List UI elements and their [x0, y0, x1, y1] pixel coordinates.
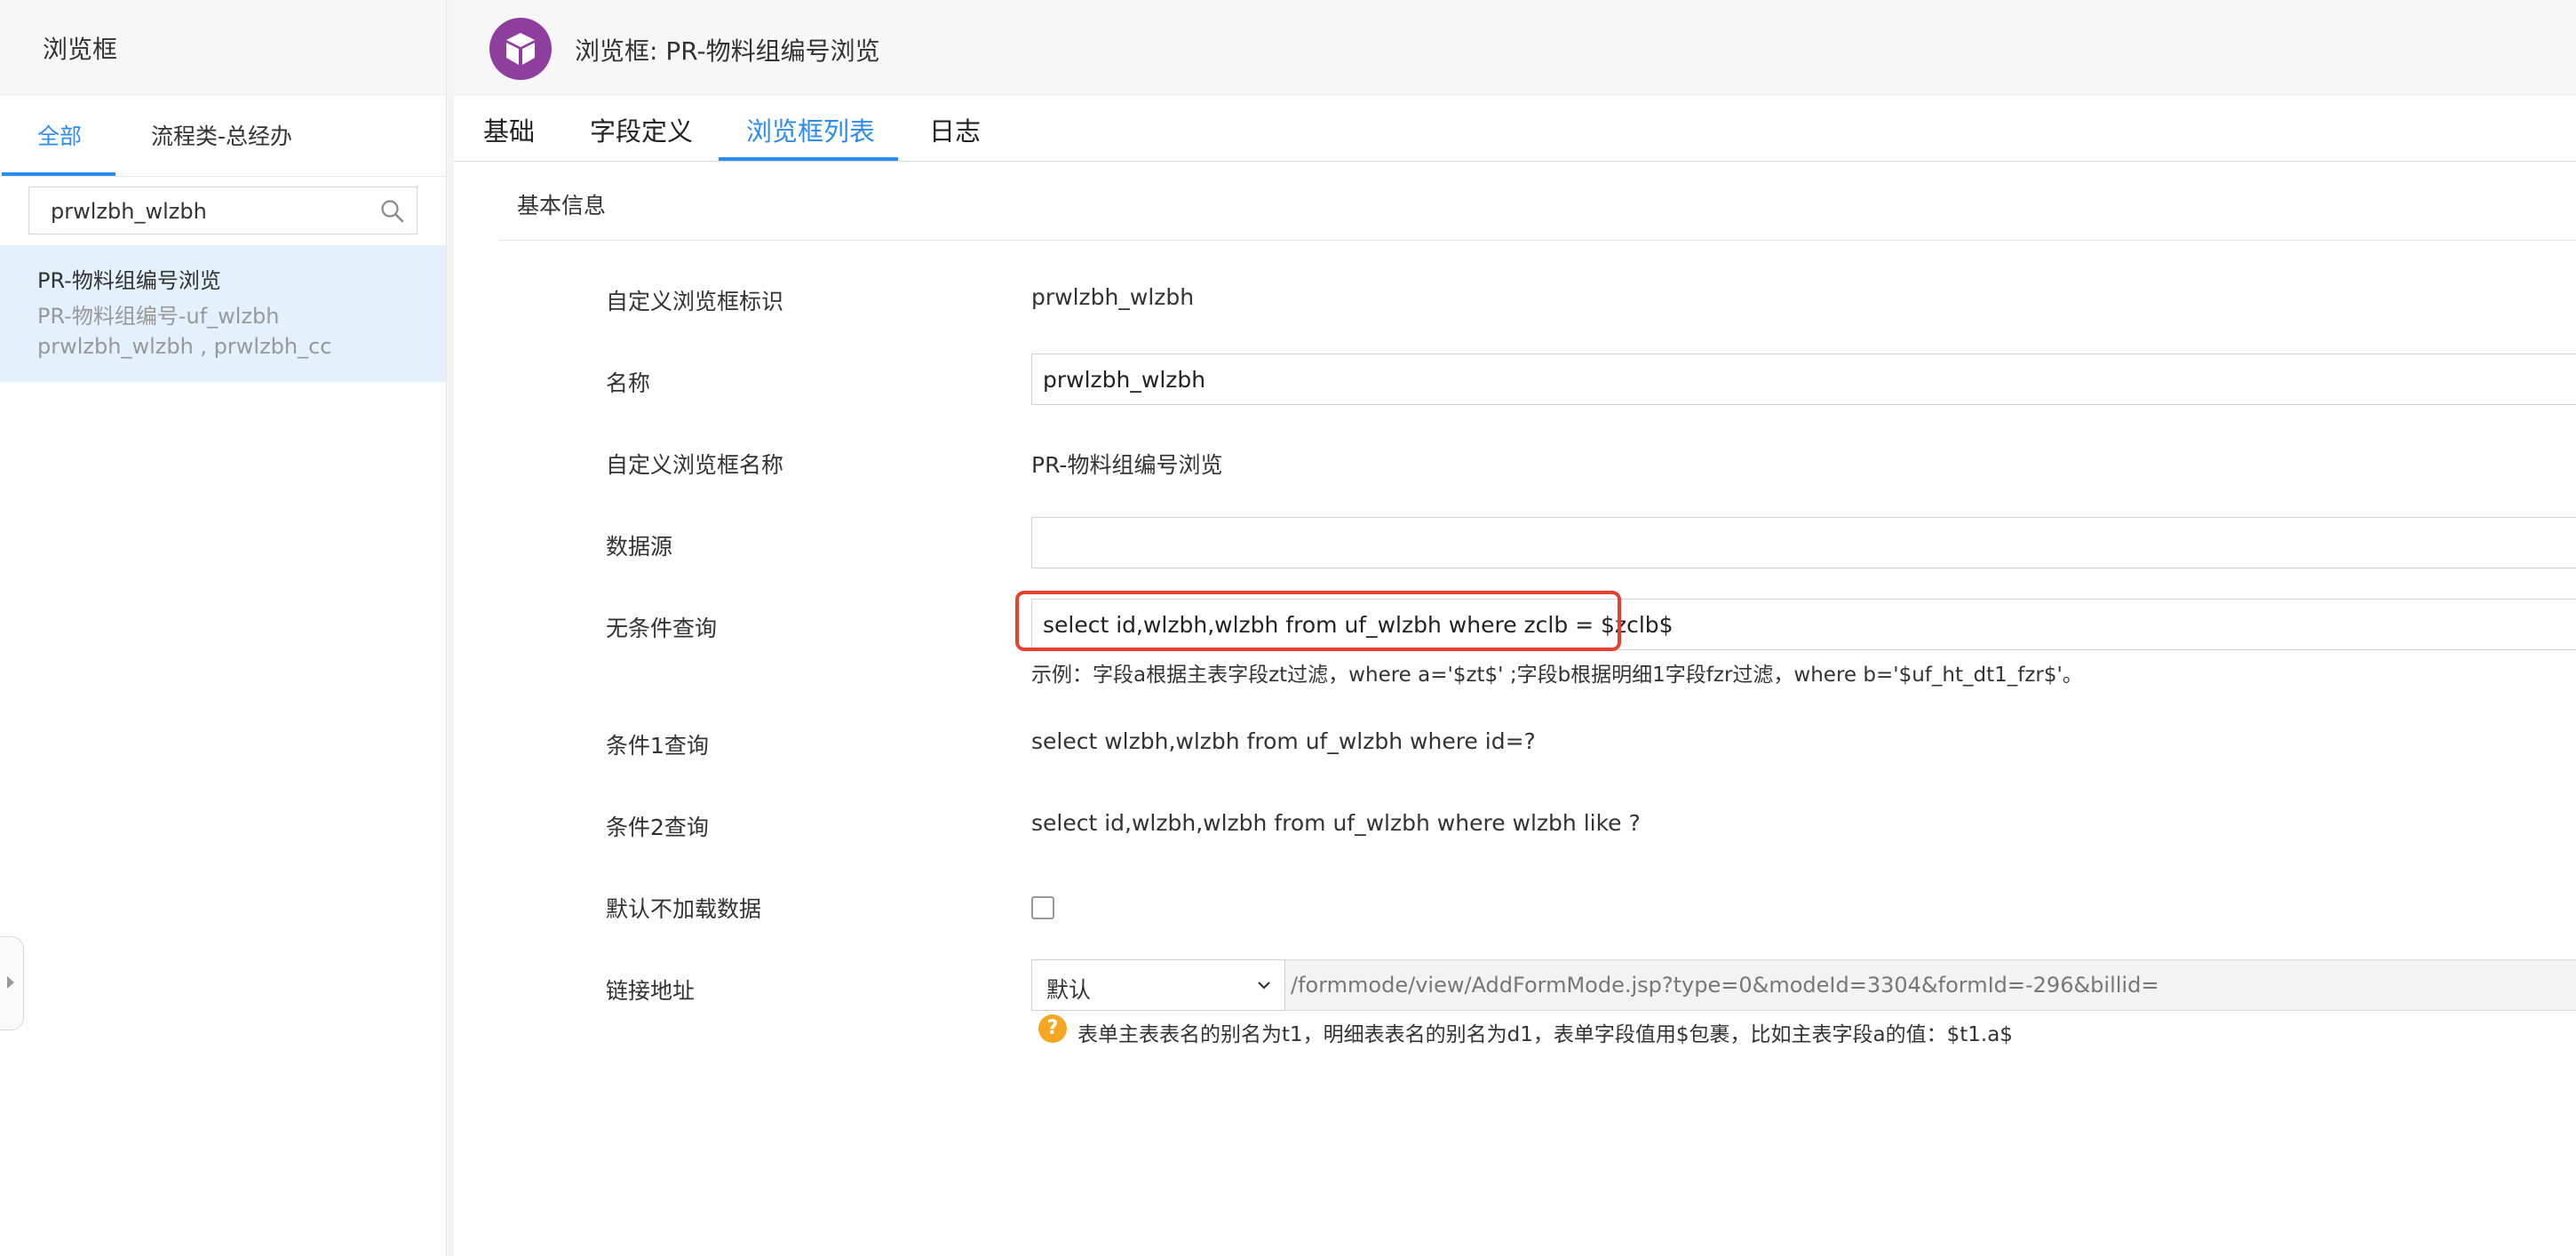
datasource-input[interactable]: [1031, 517, 2576, 568]
unconditional-query-hint: 示例：字段a根据主表字段zt过滤，where a='$zt$' ;字段b根据明细…: [1031, 664, 2083, 687]
condition1-query-value: select wlzbh,wlzbh from uf_wlzbh where i…: [1031, 728, 1536, 754]
sidebar-header: 浏览框: [0, 0, 446, 95]
identifier-label: 自定义浏览框标识: [606, 289, 784, 314]
unconditional-query-label: 无条件查询: [606, 616, 718, 641]
display-name-label: 自定义浏览框名称: [606, 452, 784, 478]
main-tabs: 基础 字段定义 浏览框列表 日志: [454, 95, 2576, 162]
page-header: 浏览框: PR-物料组编号浏览: [454, 0, 2576, 95]
section-title: 基本信息: [517, 193, 607, 219]
sidebar-search: [28, 187, 417, 235]
sidebar-divider[interactable]: [446, 0, 454, 1256]
sidebar-title: 浏览框: [43, 35, 118, 64]
search-icon[interactable]: [379, 198, 406, 225]
name-input[interactable]: [1031, 354, 2576, 405]
list-item-fields: prwlzbh_wlzbh , prwlzbh_cc: [37, 334, 332, 359]
list-item-name: PR-物料组编号浏览: [37, 268, 221, 293]
highlight-annotation: [1015, 591, 1621, 651]
condition2-query-label: 条件2查询: [606, 815, 709, 840]
sidebar-tab-workflow[interactable]: 流程类-总经办: [151, 119, 292, 151]
name-label: 名称: [606, 370, 651, 396]
chevron-down-icon: [1258, 982, 1270, 990]
link-url-value: /formmode/view/AddFormMode.jsp?type=0&mo…: [1291, 973, 2159, 998]
link-help-text: 表单主表表名的别名为t1，明细表表名的别名为d1，表单字段值用$包裹，比如主表字…: [1077, 1023, 2013, 1046]
tab-browser-list[interactable]: 浏览框列表: [746, 111, 875, 148]
active-tab-indicator: [2, 172, 115, 176]
section-divider: [499, 240, 2576, 241]
link-label: 链接地址: [606, 978, 696, 1004]
link-type-select[interactable]: 默认: [1031, 959, 1285, 1011]
active-tab-indicator: [719, 157, 898, 161]
identifier-value: prwlzbh_wlzbh: [1031, 284, 1195, 310]
datasource-label: 数据源: [606, 534, 673, 560]
link-url-field[interactable]: /formmode/view/AddFormMode.jsp?type=0&mo…: [1285, 959, 2576, 1011]
question-icon: ?: [1038, 1014, 1067, 1043]
display-name-value: PR-物料组编号浏览: [1031, 452, 1223, 478]
no-default-load-label: 默认不加载数据: [606, 896, 762, 922]
sidebar-tab-all[interactable]: 全部: [37, 119, 82, 151]
condition1-query-label: 条件1查询: [606, 733, 709, 759]
caret-right-icon: [7, 976, 14, 989]
list-item-subtitle: PR-物料组编号-uf_wlzbh: [37, 304, 280, 329]
cube-icon: [489, 18, 552, 80]
tab-basic[interactable]: 基础: [483, 111, 535, 148]
tab-log[interactable]: 日志: [929, 111, 981, 148]
no-default-load-checkbox[interactable]: [1031, 896, 1054, 919]
sidebar-tabs: 全部 流程类-总经办: [0, 94, 446, 177]
page-title: 浏览框: PR-物料组编号浏览: [575, 36, 880, 66]
sidebar-collapse-handle[interactable]: [0, 936, 24, 1030]
sidebar: 浏览框 全部 流程类-总经办 PR-物料组编号浏览 PR-物料组编号-uf_wl…: [0, 0, 447, 1256]
tab-field-definition[interactable]: 字段定义: [590, 111, 693, 148]
search-input[interactable]: [49, 195, 372, 228]
list-item[interactable]: PR-物料组编号浏览 PR-物料组编号-uf_wlzbh prwlzbh_wlz…: [0, 245, 446, 382]
condition2-query-value: select id,wlzbh,wlzbh from uf_wlzbh wher…: [1031, 810, 1641, 836]
link-type-value: 默认: [1046, 977, 1092, 1003]
